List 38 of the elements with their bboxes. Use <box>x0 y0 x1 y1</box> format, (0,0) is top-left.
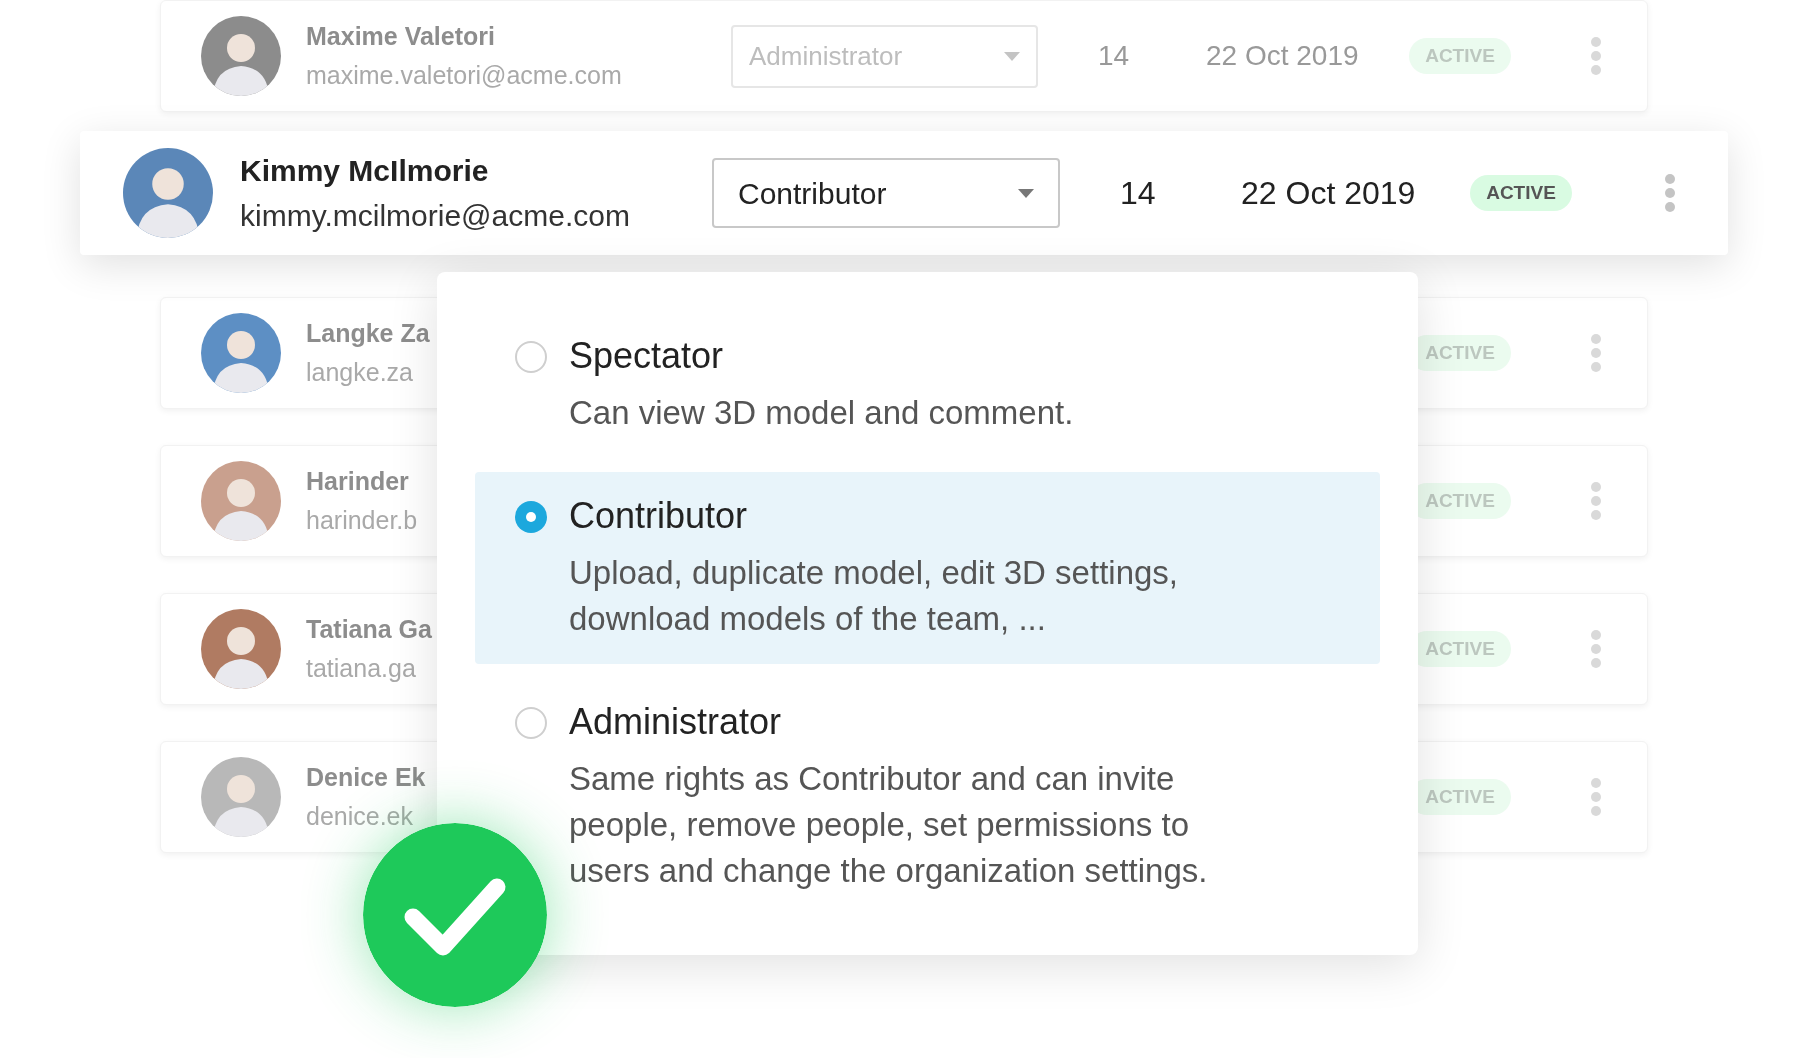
more-options-icon[interactable] <box>1590 777 1602 817</box>
role-dropdown[interactable]: Contributor <box>712 158 1060 228</box>
radio-button[interactable] <box>515 341 547 373</box>
caret-icon <box>1018 188 1034 198</box>
radio-button[interactable] <box>515 501 547 533</box>
date: 22 Oct 2019 <box>1241 174 1417 213</box>
date: 22 Oct 2019 <box>1206 39 1360 73</box>
user-name: Kimmy McIlmorie <box>240 152 489 189</box>
more-options-icon[interactable] <box>1590 36 1602 76</box>
user-name: Tatiana Ga <box>306 613 432 645</box>
option-title: Contributor <box>569 494 749 538</box>
user-email: langke.za <box>306 357 414 388</box>
more-options-icon[interactable] <box>1590 333 1602 373</box>
more-options-icon[interactable] <box>1590 481 1602 521</box>
more-options-icon[interactable] <box>1590 629 1602 669</box>
user-email: tatiana.ga <box>306 653 416 684</box>
role-option[interactable]: Spectator Can view 3D model and comment. <box>475 312 1380 458</box>
role-option[interactable]: Contributor Upload, duplicate model, edit 3D settings, download models of the team, ... <box>475 472 1380 664</box>
user-name: Langke Za <box>306 317 430 349</box>
user-email: denice.ek <box>306 801 414 832</box>
user-name: Harinder <box>306 465 409 497</box>
option-title: Spectator <box>569 334 725 378</box>
user-name: Denice Ek <box>306 761 426 793</box>
more-options-icon[interactable] <box>1664 173 1676 213</box>
user-email: maxime.valetori@acme.com <box>306 60 622 91</box>
caret-icon <box>1004 51 1020 61</box>
option-title: Administrator <box>569 700 783 744</box>
user-name: Maxime Valetori <box>306 20 495 52</box>
radio-button[interactable] <box>515 707 547 739</box>
status-badge: ACTIVE <box>1470 175 1572 211</box>
option-description: Same rights as Contributor and can invite people, remove people, set permissions to users and change the organization settings. <box>569 759 1209 891</box>
option-description: Upload, duplicate model, edit 3D settings, download models of the team, ... <box>569 553 1180 639</box>
count: 14 <box>1098 39 1131 73</box>
count: 14 <box>1120 174 1157 213</box>
user-email: kimmy.mcilmorie@acme.com <box>240 198 630 234</box>
option-description: Can view 3D model and comment. <box>569 393 1075 433</box>
role-option[interactable]: Administrator Same rights as Contributor and can invite people, remove people, set permissions to users and change the organization settings. <box>475 678 1380 916</box>
user-email: harinder.b <box>306 505 418 536</box>
